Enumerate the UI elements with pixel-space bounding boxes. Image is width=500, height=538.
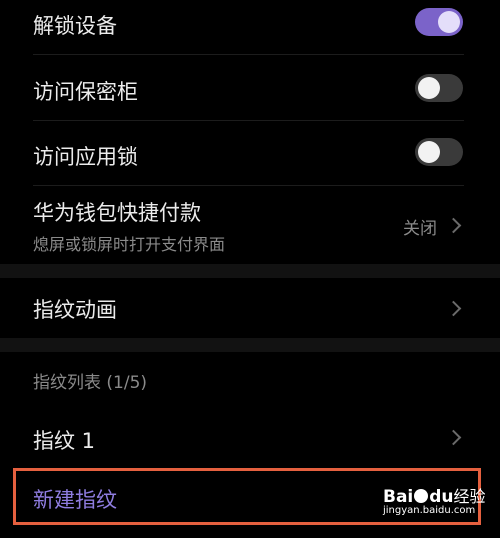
fingerprint-list-title: 指纹列表 (1/5) — [33, 373, 148, 393]
fingerprint-item[interactable]: 指纹 1 — [0, 405, 500, 465]
access-app-lock-toggle[interactable] — [415, 138, 463, 166]
access-safe-label: 访问保密柜 — [33, 80, 138, 104]
setting-access-app-lock[interactable]: 访问应用锁 — [0, 121, 500, 184]
watermark-logo: Bai du经验 — [383, 483, 486, 507]
huawei-wallet-label: 华为钱包快捷付款 — [33, 201, 201, 225]
setting-huawei-wallet[interactable]: 华为钱包快捷付款 熄屏或锁屏时打开支付界面 关闭 — [0, 186, 500, 262]
fingerprint-animation-label: 指纹动画 — [33, 298, 117, 322]
baidu-jingyan-watermark: Bai du经验 jingyan.baidu.com — [383, 483, 486, 523]
access-safe-toggle[interactable] — [415, 74, 463, 102]
toggle-knob — [418, 77, 440, 99]
huawei-wallet-value: 关闭 — [403, 219, 437, 239]
setting-unlock-device[interactable]: 解锁设备 — [0, 0, 500, 52]
unlock-device-toggle[interactable] — [415, 8, 463, 36]
chevron-right-icon — [445, 429, 462, 446]
setting-fingerprint-animation[interactable]: 指纹动画 — [0, 278, 500, 338]
section-separator — [0, 264, 500, 278]
fingerprint-item-label: 指纹 1 — [33, 429, 96, 453]
toggle-knob — [418, 141, 440, 163]
setting-access-safe[interactable]: 访问保密柜 — [0, 55, 500, 119]
access-app-lock-label: 访问应用锁 — [33, 145, 138, 169]
watermark-logo-left: Bai — [383, 487, 414, 507]
paw-icon — [414, 489, 429, 503]
watermark-url: jingyan.baidu.com — [383, 505, 476, 516]
section-separator — [0, 338, 500, 352]
new-fingerprint-button[interactable]: 新建指纹 — [33, 484, 117, 514]
chevron-right-icon — [445, 217, 462, 234]
toggle-knob — [438, 11, 460, 33]
watermark-logo-suffix: 经验 — [453, 487, 486, 506]
huawei-wallet-sublabel: 熄屏或锁屏时打开支付界面 — [33, 235, 226, 254]
watermark-logo-right: du — [429, 487, 454, 507]
unlock-device-label: 解锁设备 — [33, 14, 117, 38]
chevron-right-icon — [445, 300, 462, 317]
